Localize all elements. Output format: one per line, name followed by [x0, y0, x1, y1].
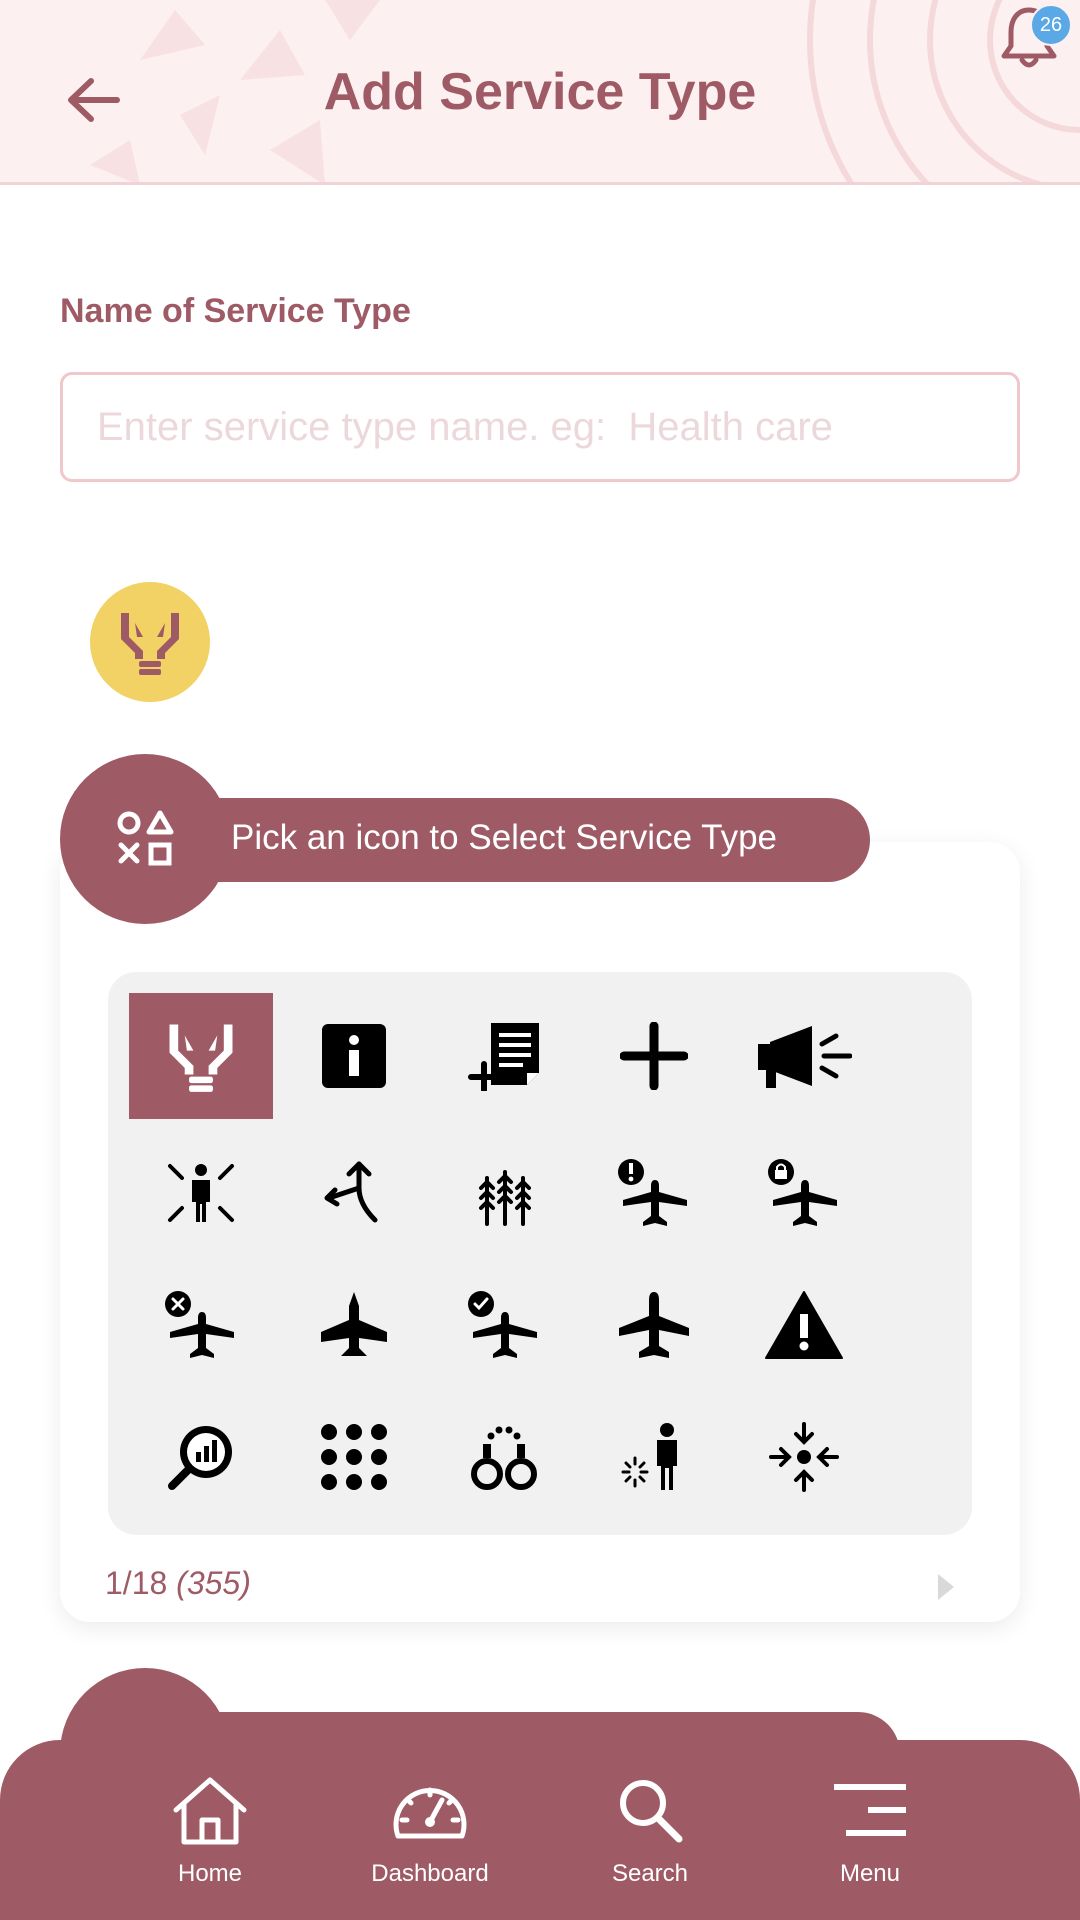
gauge-icon: [393, 1787, 467, 1839]
icon-option-plus[interactable]: [582, 993, 726, 1119]
plane-circle-exclamation-icon: [618, 1159, 687, 1226]
nav-menu-label: Menu: [839, 1860, 901, 1887]
icon-option-handcuffs[interactable]: [432, 1394, 576, 1520]
file-circle-plus-icon: [468, 1023, 539, 1091]
plus-icon: [620, 1022, 688, 1090]
icon-option-plane[interactable]: [582, 1262, 726, 1388]
icon-option-hands-holding-child[interactable]: [129, 993, 273, 1119]
nav-search[interactable]: Search: [550, 1770, 750, 1900]
nav-home[interactable]: Home: [110, 1770, 310, 1900]
shapes-icon: [117, 810, 174, 866]
icon-option-bullhorn[interactable]: [732, 993, 876, 1119]
icon-option-wheat[interactable]: [432, 1130, 576, 1256]
nav-menu[interactable]: Menu: [770, 1770, 970, 1900]
person-burst-icon: [168, 1164, 234, 1222]
bullhorn-icon: [758, 1026, 852, 1088]
app-header: Add Service Type: [0, 0, 1080, 185]
selected-icon-preview: [90, 582, 210, 702]
nav-home-label: Home: [177, 1860, 243, 1887]
icon-option-plane-lock[interactable]: [732, 1130, 876, 1256]
triangle-exclamation-icon: [765, 1291, 843, 1359]
search-icon: [620, 1780, 683, 1843]
arrows-to-dot-icon: [769, 1422, 839, 1492]
icon-option-fighter-jet[interactable]: [282, 1262, 426, 1388]
page-title: Add Service Type: [323, 63, 757, 121]
plane-circle-check-icon: [468, 1291, 537, 1358]
info-icon: [322, 1024, 386, 1088]
home-icon: [173, 1777, 247, 1845]
wheat-awn-icon: [479, 1170, 531, 1226]
plane-icon: [619, 1292, 689, 1358]
service-type-name-input[interactable]: [60, 372, 1020, 482]
icon-picker-title: Pick an icon to Select Service Type: [231, 818, 778, 857]
plane-lock-icon: [768, 1159, 837, 1226]
hands-holding-child-icon: [121, 613, 179, 675]
icon-option-route-split[interactable]: [282, 1130, 426, 1256]
icon-option-info[interactable]: [282, 993, 426, 1119]
nav-dashboard[interactable]: Dashboard: [330, 1770, 530, 1900]
grid-dots-icon: [321, 1424, 387, 1490]
handcuffs-icon: [471, 1426, 537, 1490]
menu-icon: [834, 1784, 906, 1836]
icon-option-warning[interactable]: [732, 1262, 876, 1388]
icon-option-plane-check[interactable]: [432, 1262, 576, 1388]
picker-pagination: 1/18 (355): [105, 1565, 251, 1602]
icon-option-file-plus[interactable]: [432, 993, 576, 1119]
icon-option-person-burst[interactable]: [129, 1130, 273, 1256]
magnifying-glass-chart-icon: [168, 1426, 232, 1490]
icon-picker-badge: [60, 754, 230, 924]
nav-dashboard-label: Dashboard: [371, 1860, 489, 1887]
plane-circle-xmark-icon: [165, 1291, 234, 1358]
route-split-icon: [324, 1161, 378, 1223]
page-indicator: 1/18: [105, 1565, 168, 1601]
nav-search-label: Search: [611, 1860, 689, 1887]
name-field-label: Name of Service Type: [60, 292, 411, 330]
icon-option-grid-dots[interactable]: [282, 1394, 426, 1520]
icon-option-magnifying-chart[interactable]: [129, 1394, 273, 1520]
icon-option-person-rays[interactable]: [582, 1394, 726, 1520]
icon-option-plane-xmark[interactable]: [129, 1262, 273, 1388]
icon-option-plane-exclamation[interactable]: [582, 1130, 726, 1256]
person-rays-icon: [621, 1423, 677, 1490]
next-page-icon[interactable]: [934, 1572, 958, 1602]
total-count: (355): [176, 1565, 251, 1601]
icon-option-arrows-to-dot[interactable]: [732, 1394, 876, 1520]
hands-holding-child-icon: [169, 1024, 233, 1092]
fighter-jet-icon: [321, 1292, 387, 1356]
notification-badge: 26: [1030, 4, 1072, 46]
